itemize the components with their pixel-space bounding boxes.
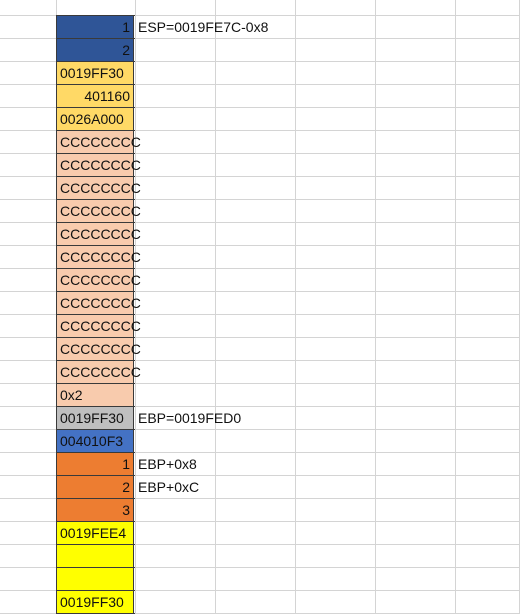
table-row xyxy=(0,545,520,568)
stack-cell[interactable] xyxy=(56,545,134,567)
stack-cell[interactable]: 004010F3 xyxy=(56,430,134,452)
table-row: 1 ESP=0019FE7C-0x8 xyxy=(0,16,520,39)
stack-cell[interactable]: CCCCCCCC xyxy=(56,361,141,383)
annotation-cell[interactable]: EBP+0xC xyxy=(138,476,199,498)
table-row: CCCCCCCC xyxy=(0,246,520,269)
table-row: CCCCCCCC xyxy=(0,223,520,246)
table-row: 0019FF30 EBP=0019FED0 xyxy=(0,407,520,430)
stack-cell[interactable]: CCCCCCCC xyxy=(56,338,141,360)
stack-cell[interactable]: 1 xyxy=(56,453,134,475)
table-row: 0019FF30 xyxy=(0,591,520,614)
stack-cell[interactable]: 0019FF30 xyxy=(56,591,134,613)
table-row: 1 EBP+0x8 xyxy=(0,453,520,476)
table-row: CCCCCCCC xyxy=(0,338,520,361)
table-row: 004010F3 xyxy=(0,430,520,453)
table-row: CCCCCCCC xyxy=(0,177,520,200)
stack-cell[interactable]: 0x2 xyxy=(56,384,134,406)
table-row: CCCCCCCC xyxy=(0,200,520,223)
stack-cell[interactable]: 1 xyxy=(56,16,134,38)
spreadsheet-grid[interactable]: 1 ESP=0019FE7C-0x8 2 0019FF30 401160 0026A000… xyxy=(0,0,520,614)
stack-cell[interactable]: 0026A000 xyxy=(56,108,134,130)
stack-cell[interactable]: 3 xyxy=(56,499,134,521)
stack-cell[interactable]: CCCCCCCC xyxy=(56,223,141,245)
table-row: 3 xyxy=(0,499,520,522)
table-row: 0026A000 xyxy=(0,108,520,131)
stack-cell[interactable]: CCCCCCCC xyxy=(56,246,141,268)
stack-cell[interactable]: 0019FF30 xyxy=(56,407,134,429)
stack-cell[interactable]: CCCCCCCC xyxy=(56,200,141,222)
table-row: CCCCCCCC xyxy=(0,131,520,154)
stack-cell[interactable]: CCCCCCCC xyxy=(56,131,141,153)
annotation-cell[interactable]: EBP+0x8 xyxy=(138,453,197,475)
annotation-cell[interactable]: ESP=0019FE7C-0x8 xyxy=(138,16,268,38)
stack-cell[interactable]: 0019FEE4 xyxy=(56,522,134,544)
stack-cell[interactable]: 2 xyxy=(56,39,134,61)
table-row: 2 xyxy=(0,39,520,62)
stack-cell[interactable]: CCCCCCCC xyxy=(56,154,141,176)
table-row: CCCCCCCC xyxy=(0,269,520,292)
table-row: CCCCCCCC xyxy=(0,361,520,384)
table-row: 0x2 xyxy=(0,384,520,407)
stack-cell[interactable]: CCCCCCCC xyxy=(56,177,141,199)
table-row: 0019FEE4 xyxy=(0,522,520,545)
stack-cell[interactable] xyxy=(56,568,134,590)
table-row: 401160 xyxy=(0,85,520,108)
stack-cell[interactable]: CCCCCCCC xyxy=(56,315,141,337)
table-row: 0019FF30 xyxy=(0,62,520,85)
stack-cell[interactable]: CCCCCCCC xyxy=(56,269,141,291)
stack-cell[interactable]: CCCCCCCC xyxy=(56,292,141,314)
table-row: 2 EBP+0xC xyxy=(0,476,520,499)
annotation-cell[interactable]: EBP=0019FED0 xyxy=(138,407,241,429)
stack-cell[interactable]: 0019FF30 xyxy=(56,62,134,84)
table-row: CCCCCCCC xyxy=(0,292,520,315)
table-row: CCCCCCCC xyxy=(0,154,520,177)
stack-cell[interactable]: 401160 xyxy=(56,85,134,107)
table-row: CCCCCCCC xyxy=(0,315,520,338)
table-row xyxy=(0,568,520,591)
stack-cell[interactable]: 2 xyxy=(56,476,134,498)
